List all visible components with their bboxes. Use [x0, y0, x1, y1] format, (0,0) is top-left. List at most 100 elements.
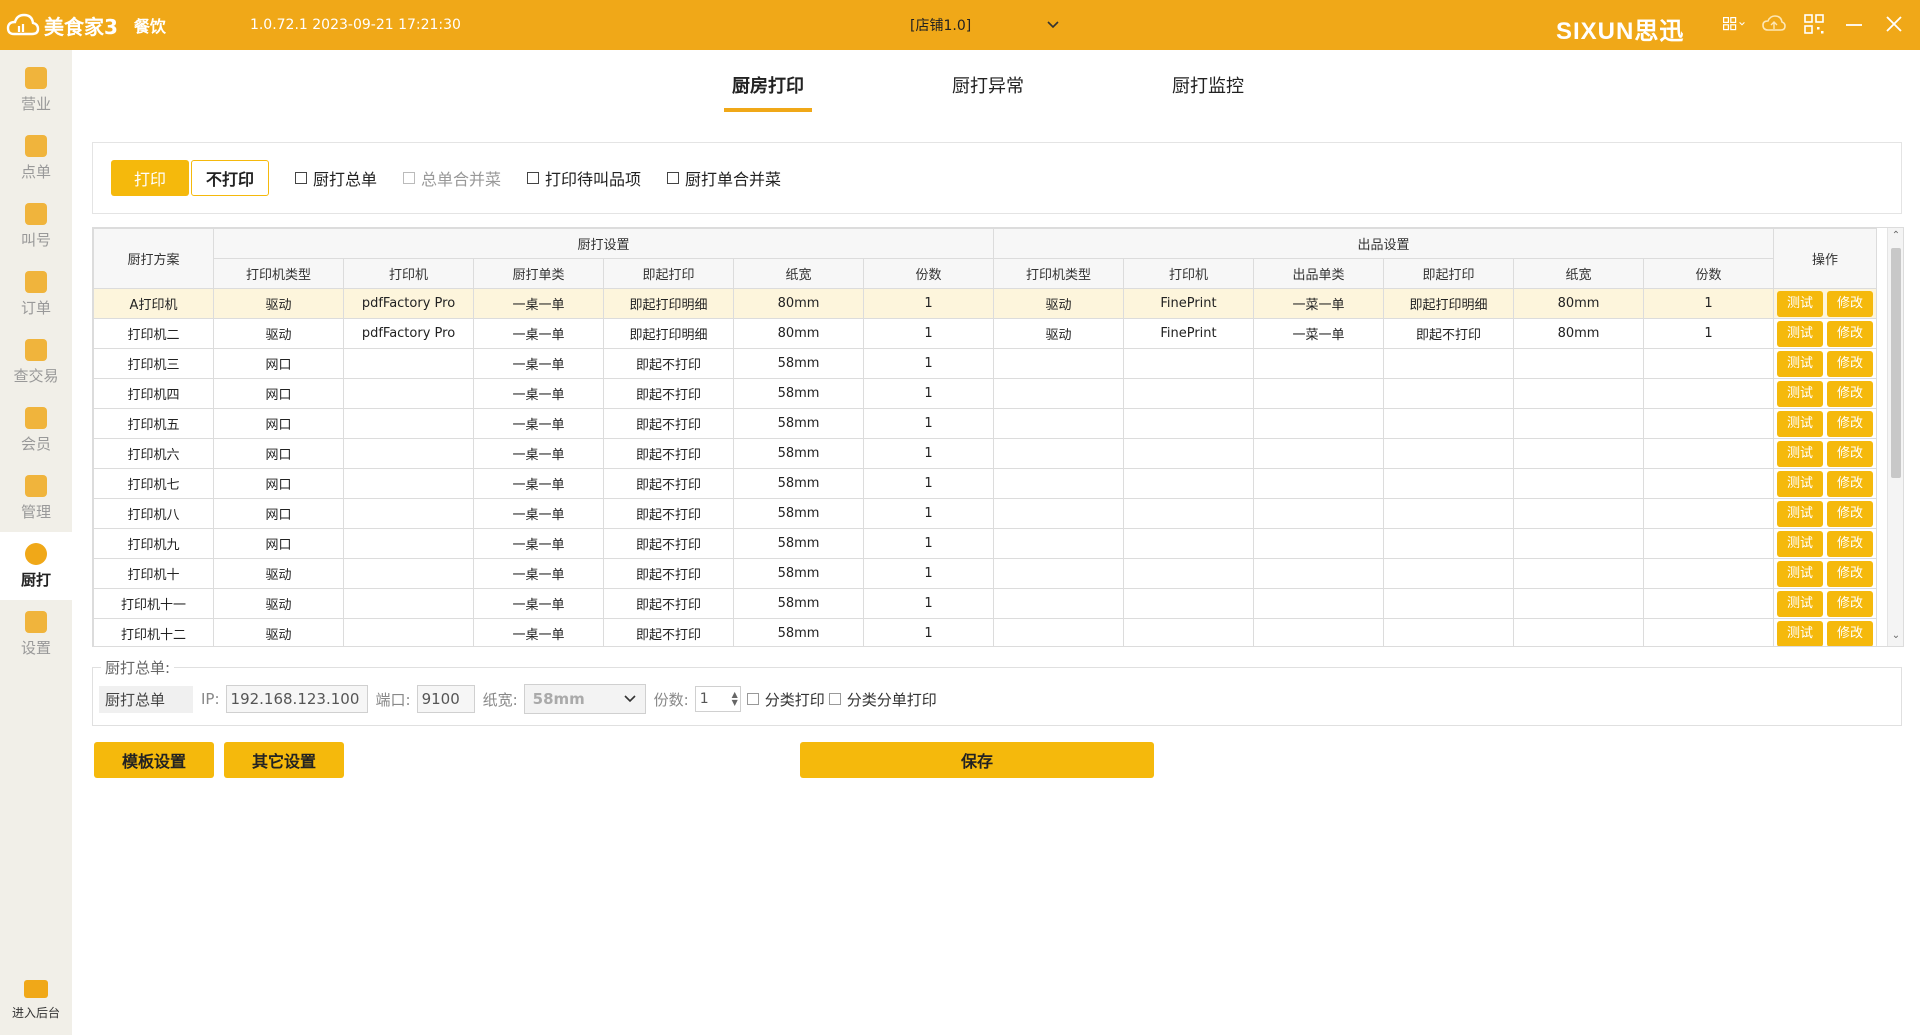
table-cell: 一桌一单 — [473, 408, 604, 439]
edit-button[interactable]: 修改 — [1827, 350, 1873, 377]
option-checkbox-0[interactable]: 厨打总单 — [295, 166, 377, 190]
table-cell — [1383, 438, 1514, 469]
edit-button[interactable]: 修改 — [1827, 560, 1873, 587]
save-button[interactable]: 保存 — [800, 742, 1154, 778]
test-button[interactable]: 测试 — [1777, 320, 1823, 347]
table-row[interactable]: 打印机十二 驱动 一桌一单 即起不打印 58mm 1 测试 修改 — [93, 618, 1877, 646]
close-icon[interactable] — [1882, 12, 1906, 36]
table-cell — [993, 528, 1124, 559]
table-cell: 80mm — [1513, 288, 1644, 319]
edit-button[interactable]: 修改 — [1827, 290, 1873, 317]
edit-button[interactable]: 修改 — [1827, 620, 1873, 646]
table-cell: 1 — [863, 318, 994, 349]
test-button[interactable]: 测试 — [1777, 560, 1823, 587]
test-button[interactable]: 测试 — [1777, 590, 1823, 617]
table-row[interactable]: 打印机二 驱动 pdfFactory Pro 一桌一单 即起打印明细 80mm 1 驱动 Fin… — [93, 318, 1877, 349]
apps-grid-icon[interactable] — [1722, 12, 1746, 36]
table-cell: 80mm — [733, 288, 864, 319]
option-checkbox-2[interactable]: 打印待叫品项 — [527, 166, 641, 190]
minimize-icon[interactable] — [1842, 12, 1866, 36]
category-split-checkbox[interactable] — [828, 693, 841, 705]
sidebar-item-5[interactable]: 会员 — [0, 396, 72, 464]
table-cell: 80mm — [733, 318, 864, 349]
port-input[interactable]: 9100 — [416, 685, 475, 713]
tab-kitchen-exception[interactable]: 厨打异常 — [952, 72, 1024, 108]
edit-button[interactable]: 修改 — [1827, 380, 1873, 407]
table-cell — [1123, 618, 1254, 646]
ip-input[interactable]: 192.168.123.100 — [225, 685, 368, 713]
checkbox-box[interactable] — [295, 172, 307, 184]
table-row[interactable]: 打印机六 网口 一桌一单 即起不打印 58mm 1 测试 修改 — [93, 438, 1877, 469]
hand-icon — [25, 134, 47, 157]
sidebar-item-6[interactable]: 管理 — [0, 464, 72, 532]
edit-button[interactable]: 修改 — [1827, 440, 1873, 467]
checkbox-box[interactable] — [667, 172, 680, 184]
col-header-kitchen-5: 份数 — [863, 258, 994, 289]
table-cell — [1513, 408, 1644, 439]
table-row[interactable]: 打印机五 网口 一桌一单 即起不打印 58mm 1 测试 修改 — [93, 408, 1877, 439]
no-print-button[interactable]: 不打印 — [191, 160, 269, 196]
edit-button[interactable]: 修改 — [1827, 530, 1873, 557]
table-row[interactable]: 打印机九 网口 一桌一单 即起不打印 58mm 1 测试 修改 — [93, 528, 1877, 559]
test-button[interactable]: 测试 — [1777, 530, 1823, 557]
enter-backend-button[interactable]: 进入后台 — [0, 970, 72, 1030]
test-button[interactable]: 测试 — [1777, 440, 1823, 467]
test-button[interactable]: 测试 — [1777, 470, 1823, 497]
tab-kitchen-print[interactable]: 厨房打印 — [724, 72, 812, 112]
option-checkbox-3[interactable]: 厨打单合并菜 — [667, 166, 781, 190]
sidebar-item-0[interactable]: 营业 — [0, 56, 72, 124]
edit-button[interactable]: 修改 — [1827, 320, 1873, 347]
category-print-checkbox[interactable] — [746, 693, 759, 705]
table-cell: 一桌一单 — [473, 498, 604, 529]
sidebar-item-8[interactable]: 设置 — [0, 600, 72, 668]
test-button[interactable]: 测试 — [1777, 500, 1823, 527]
table-row[interactable]: 打印机十 驱动 一桌一单 即起不打印 58mm 1 测试 修改 — [93, 558, 1877, 589]
qr-code-icon[interactable] — [1802, 12, 1826, 36]
stepper-arrows-icon[interactable]: ▲ ▼ — [732, 691, 740, 707]
test-button[interactable]: 测试 — [1777, 410, 1823, 437]
title-bar: 美食家3 餐饮 1.0.72.1 2023-09-21 17:21:30 [店铺… — [0, 0, 1920, 50]
sidebar-item-1[interactable]: 点单 — [0, 124, 72, 192]
test-button[interactable]: 测试 — [1777, 380, 1823, 407]
test-button[interactable]: 测试 — [1777, 290, 1823, 317]
store-selector[interactable]: [店铺1.0] — [880, 12, 1060, 38]
table-cell: 一桌一单 — [473, 468, 604, 499]
tab-kitchen-monitor[interactable]: 厨打监控 — [1172, 72, 1244, 108]
table-row[interactable]: 打印机八 网口 一桌一单 即起不打印 58mm 1 测试 修改 — [93, 498, 1877, 529]
table-cell: 网口 — [213, 378, 344, 409]
app-logo: 美食家3 — [6, 11, 118, 40]
col-header-kitchen-3: 即起打印 — [603, 258, 734, 289]
print-button[interactable]: 打印 — [111, 160, 189, 196]
scroll-thumb[interactable] — [1891, 248, 1901, 478]
table-cell — [343, 618, 474, 646]
table-cell — [1643, 408, 1774, 439]
checkbox-box[interactable] — [527, 172, 540, 184]
template-settings-button[interactable]: 模板设置 — [94, 742, 214, 778]
other-settings-button[interactable]: 其它设置 — [224, 742, 344, 778]
sidebar-item-2[interactable]: 叫号 — [0, 192, 72, 260]
table-cell: 即起不打印 — [603, 498, 734, 529]
edit-button[interactable]: 修改 — [1827, 500, 1873, 527]
table-row[interactable]: 打印机三 网口 一桌一单 即起不打印 58mm 1 测试 修改 — [93, 348, 1877, 379]
paper-select[interactable]: 58mm — [523, 684, 646, 714]
copies-stepper[interactable]: 1 ▲ ▼ — [694, 686, 741, 712]
row-actions: 测试 修改 — [1773, 408, 1877, 439]
checkbox-label: 打印待叫品项 — [545, 170, 642, 189]
table-scrollbar[interactable]: ⌃ ⌄ — [1887, 228, 1903, 646]
edit-button[interactable]: 修改 — [1827, 470, 1873, 497]
edit-button[interactable]: 修改 — [1827, 410, 1873, 437]
sidebar-item-3[interactable]: 订单 — [0, 260, 72, 328]
test-button[interactable]: 测试 — [1777, 350, 1823, 377]
table-row[interactable]: 打印机七 网口 一桌一单 即起不打印 58mm 1 测试 修改 — [93, 468, 1877, 499]
table-row[interactable]: 打印机四 网口 一桌一单 即起不打印 58mm 1 测试 修改 — [93, 378, 1877, 409]
edit-button[interactable]: 修改 — [1827, 590, 1873, 617]
table-cell: pdfFactory Pro — [343, 318, 474, 349]
test-button[interactable]: 测试 — [1777, 620, 1823, 646]
sidebar-item-7[interactable]: 厨打 — [0, 532, 72, 600]
scroll-down-icon[interactable]: ⌄ — [1888, 628, 1903, 644]
sidebar-item-4[interactable]: 查交易 — [0, 328, 72, 396]
table-row[interactable]: A打印机 驱动 pdfFactory Pro 一桌一单 即起打印明细 80mm 1 驱动 Fin… — [93, 288, 1877, 319]
scroll-up-icon[interactable]: ⌃ — [1888, 228, 1903, 244]
table-row[interactable]: 打印机十一 驱动 一桌一单 即起不打印 58mm 1 测试 修改 — [93, 588, 1877, 619]
cloud-sync-icon[interactable] — [1762, 12, 1786, 36]
